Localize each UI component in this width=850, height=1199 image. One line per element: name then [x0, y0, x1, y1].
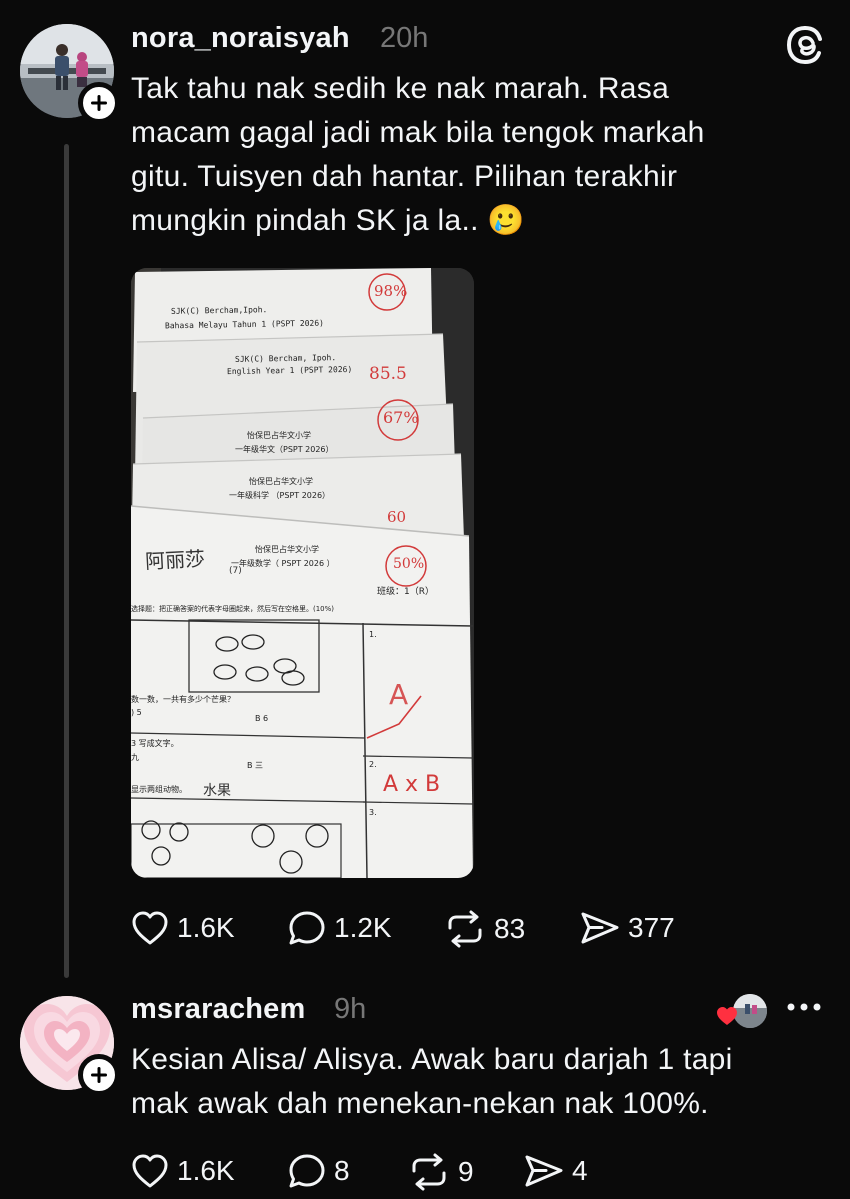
paper5-subject: 一年级数学（ PSPT 2026 ） [231, 559, 335, 568]
reply-like-count: 1.6K [177, 1155, 235, 1186]
question-3-number: 3. [369, 808, 377, 817]
thread-connector-line [64, 144, 69, 978]
heart-icon [132, 911, 168, 945]
reply-username[interactable]: msrarachem [131, 993, 306, 1026]
paper4-subject: 一年级科学 （PSPT 2026） [229, 491, 331, 500]
post-image[interactable]: SJK(C) Bercham,Ipoh. Bahasa Melayu Tahun… [131, 268, 474, 878]
question-2-option-b: B 三 [247, 761, 264, 770]
reply-like-button[interactable]: 1.6K [131, 1153, 235, 1189]
question-3-handwriting: 水果 [203, 783, 231, 799]
question-1-option-a: ) 5 [131, 708, 142, 717]
share-button[interactable]: 377 [580, 910, 675, 946]
reply-text-line: Kesian Alisa/ Alisya. Awak baru darjah 1… [131, 1043, 733, 1076]
author-liked-avatar [733, 994, 767, 1028]
paper5-instruction: 选择题：把正确答案的代表字母圈起来，然后写在空格里。(10%) [131, 605, 335, 613]
reply-comment-button[interactable]: 8 [288, 1153, 350, 1189]
post-text: Tak tahu nak sedih ke nak marah. Rasa ma… [131, 67, 705, 243]
heart-icon [132, 1154, 168, 1188]
reply-text-line: mak awak dah menekan-nekan nak 100%. [131, 1087, 709, 1120]
paper1-school: SJK(C) Bercham,Ipoh. [170, 305, 268, 316]
paper5-number: (7) [229, 566, 242, 576]
paper2-score: 85.5 [369, 364, 407, 384]
plus-icon [91, 95, 107, 111]
reply-author-avatar[interactable] [20, 996, 120, 1096]
question-1-number: 1. [369, 630, 377, 639]
question-1-answer: A [389, 678, 409, 711]
question-2-text: 3 写成文字。 [131, 739, 179, 748]
reply-repost-button[interactable]: 9 [408, 1153, 474, 1191]
reply-count: 1.2K [334, 912, 392, 943]
post-text-line: macam gagal jadi mak bila tengok markah [131, 116, 705, 149]
paper3-school: 怡保巴占华文小学 [247, 431, 311, 440]
reply-timestamp: 9h [334, 993, 367, 1025]
follow-plus-button[interactable] [78, 82, 120, 124]
question-2-option-a: 九 [131, 753, 139, 762]
paper5-school: 怡保巴占华文小学 [255, 545, 319, 554]
reply-text: Kesian Alisa/ Alisya. Awak baru darjah 1… [131, 1038, 733, 1126]
author-username[interactable]: nora_noraisyah [131, 22, 350, 55]
author-avatar[interactable] [20, 24, 120, 124]
question-1-option-b: B 6 [255, 714, 269, 723]
more-options-button[interactable] [786, 1000, 822, 1018]
paper1-score: 98% [374, 282, 408, 300]
main-post: nora_noraisyah 20h Tak tahu nak sedih ke… [0, 0, 850, 990]
paper5-score: 50% [393, 556, 425, 572]
question-3-text: 显示两组动物。 [131, 785, 187, 794]
paper3-subject: 一年级华文（PSPT 2026） [235, 445, 334, 454]
threads-logo-icon[interactable] [784, 24, 826, 71]
paper5-class: 班级：1（R） [377, 587, 434, 597]
plus-icon [91, 1067, 107, 1083]
post-text-line: gitu. Tuisyen dah hantar. Pilihan terakh… [131, 160, 678, 193]
reply-comment-count: 8 [334, 1155, 350, 1186]
paper2-percent: 67% [383, 408, 419, 427]
paper4-school: 怡保巴占华文小学 [249, 477, 313, 486]
more-horizontal-icon [787, 1003, 821, 1011]
paper4-score: 60 [387, 508, 407, 526]
send-icon [525, 1155, 563, 1187]
repost-icon [412, 1153, 446, 1191]
like-count: 1.6K [177, 912, 235, 943]
like-button[interactable]: 1.6K [131, 910, 235, 946]
comment-icon [289, 911, 325, 945]
liked-by-author-heart-icon [716, 1006, 738, 1031]
reply-share-count: 4 [572, 1155, 588, 1186]
reply-button[interactable]: 1.2K [288, 910, 392, 946]
question-2-number: 2. [369, 760, 377, 769]
reply-follow-plus-button[interactable] [78, 1054, 120, 1096]
send-icon [581, 912, 619, 944]
paper5-name: 阿丽莎 [144, 546, 206, 574]
repost-icon [448, 910, 482, 948]
reply-repost-count: 9 [458, 1156, 474, 1187]
repost-count: 83 [494, 913, 526, 944]
post-text-line: Tak tahu nak sedih ke nak marah. Rasa [131, 72, 670, 105]
question-1-text: 数一数，一共有多少个芒果？ [131, 695, 235, 704]
question-2-answer: A x B [383, 772, 441, 797]
paper2-school: SJK(C) Bercham, Ipoh. [234, 353, 337, 364]
comment-icon [289, 1154, 325, 1188]
share-count: 377 [628, 912, 675, 943]
reply-share-button[interactable]: 4 [524, 1153, 588, 1189]
repost-button[interactable]: 83 [444, 910, 525, 948]
post-timestamp: 20h [380, 22, 429, 54]
post-text-line: mungkin pindah SK ja la.. 🥲 [131, 204, 525, 237]
